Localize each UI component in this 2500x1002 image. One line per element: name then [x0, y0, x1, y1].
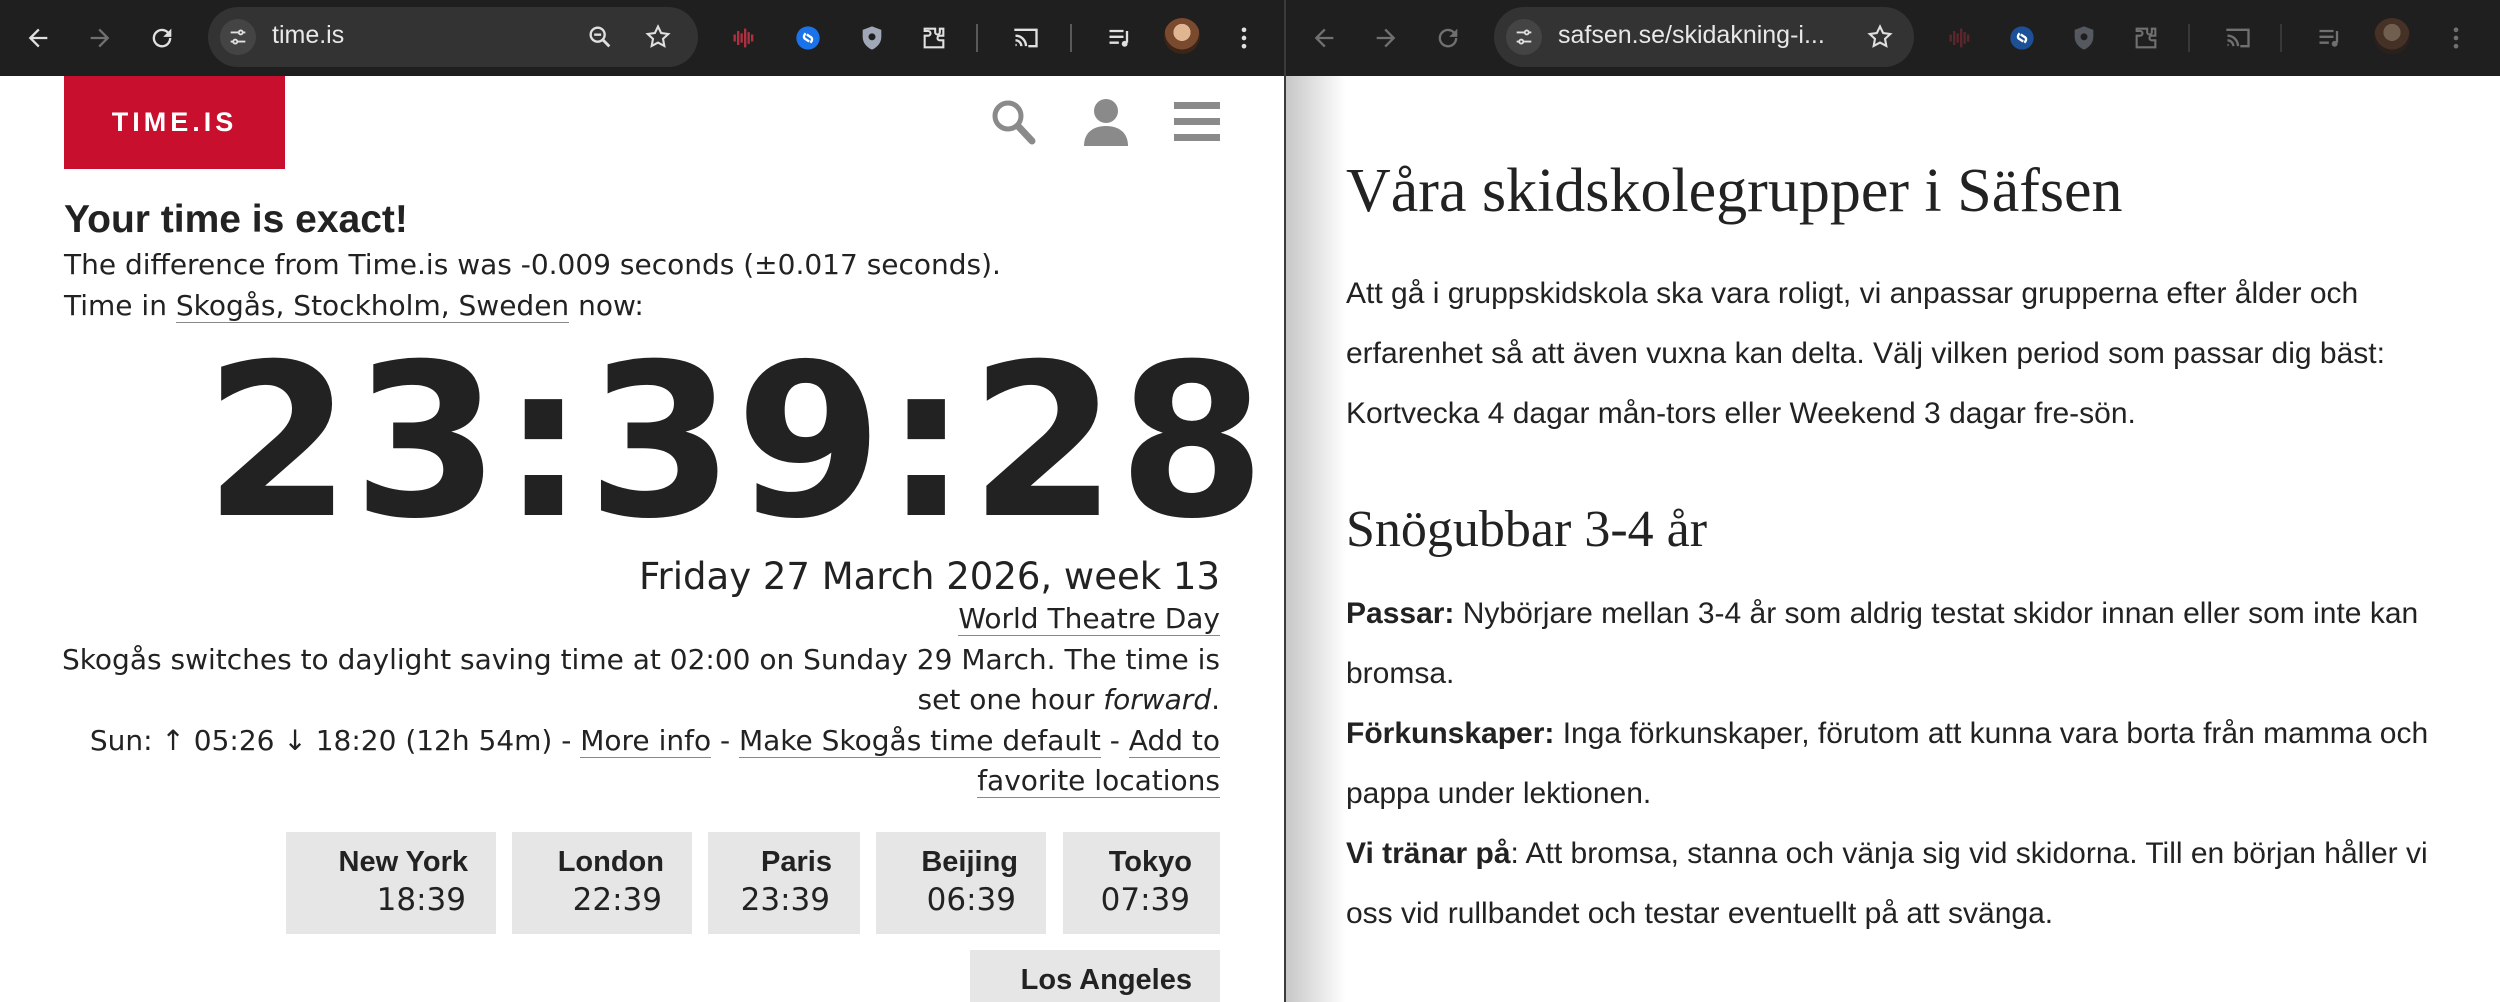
sun-text: Sun: ↑ 05:26 ↓ 18:20 (12h 54m) - — [89, 724, 581, 757]
city-card[interactable]: Los Angeles — [970, 950, 1220, 1002]
window-shadow — [1286, 76, 1346, 1002]
difference-text: The difference from Time.is was -0.009 s… — [64, 248, 1001, 281]
bookmark-star-icon[interactable] — [1860, 17, 1900, 57]
shazam-extension-icon[interactable] — [788, 18, 828, 58]
add-favorite-link-cont[interactable]: favorite locations — [977, 764, 1220, 798]
dst-suffix: . — [1211, 683, 1220, 716]
city-name: Los Angeles — [1020, 964, 1192, 996]
city-card[interactable]: Beijing 06:39 — [876, 832, 1046, 934]
kebab-menu-icon[interactable] — [1224, 18, 1264, 58]
city-name: London — [557, 846, 664, 878]
time-in-prefix: Time in — [64, 289, 176, 322]
city-name: Tokyo — [1108, 846, 1192, 878]
page-title: Våra skidskolegrupper i Säfsen — [1346, 157, 2123, 225]
cast-icon[interactable] — [2218, 18, 2258, 58]
cast-icon[interactable] — [1006, 18, 1046, 58]
city-card[interactable]: Tokyo 07:39 — [1063, 832, 1220, 934]
kebab-menu-icon[interactable] — [2436, 18, 2476, 58]
shield-extension-icon[interactable] — [852, 18, 892, 58]
forward-icon[interactable] — [1366, 18, 1406, 58]
make-default-link[interactable]: Make Skogås time default — [738, 724, 1101, 758]
media-queue-icon[interactable] — [1100, 18, 1140, 58]
city-time: 23:39 — [740, 882, 830, 918]
more-info-link[interactable]: More info — [580, 724, 712, 758]
city-card[interactable]: New York 18:39 — [286, 832, 496, 934]
clock-display: 23:39:28 — [204, 318, 1267, 565]
puzzle-extensions-icon[interactable] — [914, 18, 954, 58]
city-name: Beijing — [921, 846, 1018, 878]
city-time: 22:39 — [572, 882, 662, 918]
user-icon[interactable] — [1084, 98, 1128, 150]
group-title: Snögubbar 3-4 år — [1346, 501, 1708, 558]
forward-icon[interactable] — [80, 18, 120, 58]
passar-label: Passar: — [1346, 597, 1455, 630]
toolbar-separator — [1070, 24, 1072, 52]
bookmark-star-icon[interactable] — [638, 17, 678, 57]
back-icon[interactable] — [18, 18, 58, 58]
tranar-label: Vi tränar på — [1346, 837, 1511, 870]
dst-prefix: set one hour — [917, 683, 1104, 716]
passar-text: Nybörjare mellan 3-4 år som aldrig testa… — [1346, 597, 2419, 690]
profile-avatar[interactable] — [1164, 18, 1200, 54]
back-icon[interactable] — [1304, 18, 1344, 58]
separator-text: - — [1100, 724, 1129, 757]
shazam-extension-icon[interactable] — [2002, 18, 2042, 58]
city-card[interactable]: London 22:39 — [512, 832, 692, 934]
city-card[interactable]: Paris 23:39 — [708, 832, 860, 934]
city-name: Paris — [761, 846, 832, 878]
forkunskaper-paragraph: Förkunskaper: Inga förkunskaper, förutom… — [1346, 704, 2436, 824]
address-bar[interactable]: safsen.se/skidakning-i... — [1494, 7, 1914, 67]
toolbar-separator — [2188, 24, 2190, 52]
time-status-heading: Your time is exact! — [64, 198, 408, 241]
dst-line-2: set one hour forward. — [918, 683, 1220, 716]
sun-line: Sun: ↑ 05:26 ↓ 18:20 (12h 54m) - More in… — [89, 724, 1220, 758]
observance-line: World Theatre Day — [958, 602, 1220, 636]
dst-emphasis: forward — [1103, 683, 1212, 716]
dst-line-1: Skogås switches to daylight saving time … — [61, 643, 1220, 676]
forkunskaper-label: Förkunskaper: — [1346, 717, 1555, 750]
separator-text: - — [711, 724, 739, 757]
city-name: New York — [338, 846, 468, 878]
site-info-icon[interactable] — [220, 19, 256, 55]
tranar-paragraph: Vi tränar på: Att bromsa, stanna och vän… — [1346, 824, 2436, 944]
city-time: 07:39 — [1100, 882, 1190, 918]
city-time: 18:39 — [376, 882, 466, 918]
browser-toolbar: safsen.se/skidakning-i... — [1286, 0, 2500, 76]
add-favorite-link[interactable]: Add to — [1128, 724, 1220, 758]
profile-avatar[interactable] — [2374, 18, 2410, 54]
shield-extension-icon[interactable] — [2064, 18, 2104, 58]
favorite-line: favorite locations — [977, 764, 1220, 798]
url-text: safsen.se/skidakning-i... — [1558, 21, 1825, 49]
hamburger-menu-icon[interactable] — [1174, 102, 1220, 146]
browser-toolbar: time.is — [0, 0, 1284, 76]
address-bar[interactable]: time.is — [208, 7, 698, 67]
waveform-extension-icon[interactable] — [1940, 18, 1980, 58]
city-time: 06:39 — [926, 882, 1016, 918]
timeis-logo[interactable]: TIME.IS — [64, 76, 285, 169]
media-queue-icon[interactable] — [2310, 18, 2350, 58]
observance-link[interactable]: World Theatre Day — [958, 602, 1220, 636]
left-browser-window: time.is TIME.IS Your time is exact! The … — [0, 0, 1284, 1002]
site-info-icon[interactable] — [1506, 19, 1542, 55]
puzzle-extensions-icon[interactable] — [2126, 18, 2166, 58]
toolbar-separator — [2280, 24, 2282, 52]
zoom-icon[interactable] — [580, 17, 620, 57]
waveform-extension-icon[interactable] — [724, 18, 764, 58]
date-line: Friday 27 March 2026, week 13 — [638, 555, 1220, 598]
url-text: time.is — [272, 21, 345, 49]
search-icon[interactable] — [990, 98, 1036, 150]
reload-icon[interactable] — [1428, 18, 1468, 58]
reload-icon[interactable] — [142, 18, 182, 58]
toolbar-separator — [976, 24, 978, 52]
right-browser-window: safsen.se/skidakning-i... Våra skidskole… — [1286, 0, 2500, 1002]
intro-paragraph: Att gå i gruppskidskola ska vara roligt,… — [1346, 277, 2385, 430]
passar-paragraph: Passar: Nybörjare mellan 3-4 år som aldr… — [1346, 584, 2436, 704]
